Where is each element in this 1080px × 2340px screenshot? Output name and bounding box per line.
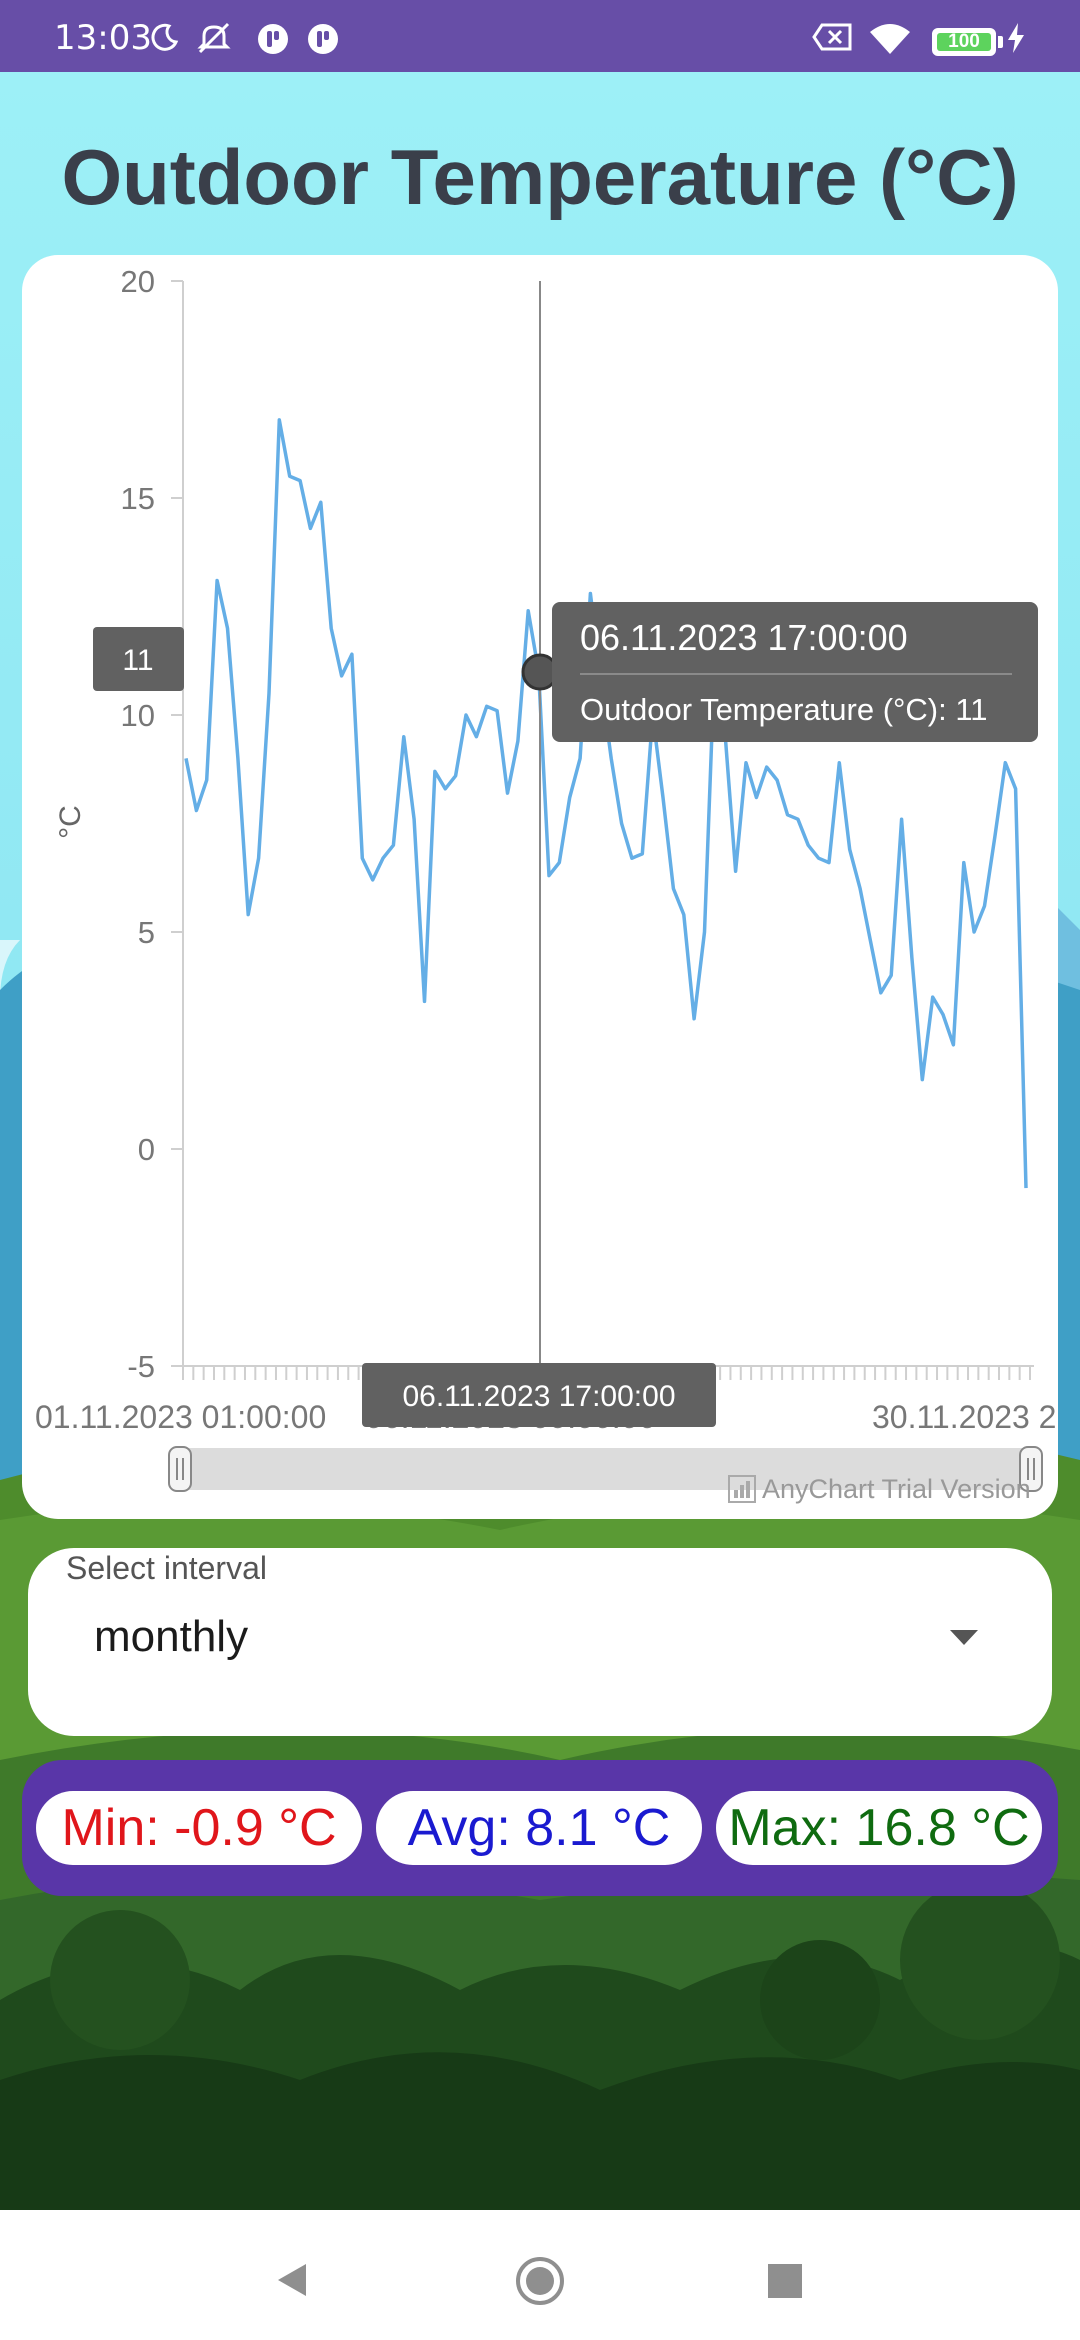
recents-icon[interactable]	[766, 2262, 804, 2300]
min-stat: Min: -0.9 °C	[36, 1791, 362, 1865]
y-tick-label: 0	[138, 1132, 155, 1167]
app-icon	[258, 24, 288, 54]
x-marker-label: 06.11.2023 17:00:00	[402, 1380, 675, 1413]
home-icon[interactable]	[514, 2255, 566, 2307]
battery-level: 100	[948, 31, 980, 52]
max-stat: Max: 16.8 °C	[716, 1791, 1042, 1865]
y-marker-label: 11	[122, 644, 153, 677]
temperature-chart[interactable]: 20 15 10 5 0 -5 °C 11 06.11.2023 17:00:00 Out…	[22, 255, 1058, 1519]
y-tick-label: 20	[121, 264, 155, 299]
hover-point	[521, 653, 559, 691]
charging-icon	[1008, 23, 1024, 53]
interval-label: Select interval	[66, 1550, 267, 1586]
y-axis-label: °C	[54, 805, 87, 839]
temperature-series-line[interactable]	[184, 418, 1028, 1189]
dropdown-arrow-icon[interactable]	[950, 1630, 978, 1645]
moon-icon	[151, 23, 179, 51]
x-label-start: 01.11.2023 01:00:00	[35, 1399, 326, 1435]
status-time: 13:03	[54, 18, 152, 58]
app-icon	[308, 24, 338, 54]
interval-value[interactable]: monthly	[94, 1612, 248, 1662]
wifi-icon	[870, 24, 910, 54]
chart-card: 20 15 10 5 0 -5 °C 11 06.11.2023 17:00:00 Out…	[22, 255, 1058, 1519]
page-title: Outdoor Temperature (°C)	[61, 133, 1019, 221]
avg-stat: Avg: 8.1 °C	[376, 1791, 702, 1865]
status-bar: 13:03 100	[0, 0, 1080, 72]
navigation-bar	[0, 2210, 1080, 2340]
y-tick-label: 10	[121, 698, 155, 733]
tooltip-datetime: 06.11.2023 17:00:00	[580, 617, 908, 658]
scroller-handle-left[interactable]	[168, 1446, 192, 1492]
x-label-end: 30.11.2023 2	[872, 1399, 1056, 1435]
battery-icon: 100	[932, 28, 996, 56]
y-tick-label: -5	[127, 1349, 155, 1384]
sim-off-icon	[812, 23, 852, 51]
watermark: AnyChart Trial Version	[762, 1474, 1031, 1504]
y-tick-label: 5	[138, 915, 155, 950]
back-icon[interactable]	[272, 2260, 312, 2300]
mute-icon	[197, 22, 231, 54]
y-tick-label: 15	[121, 481, 155, 516]
tooltip-value: Outdoor Temperature (°C): 11	[580, 692, 988, 727]
